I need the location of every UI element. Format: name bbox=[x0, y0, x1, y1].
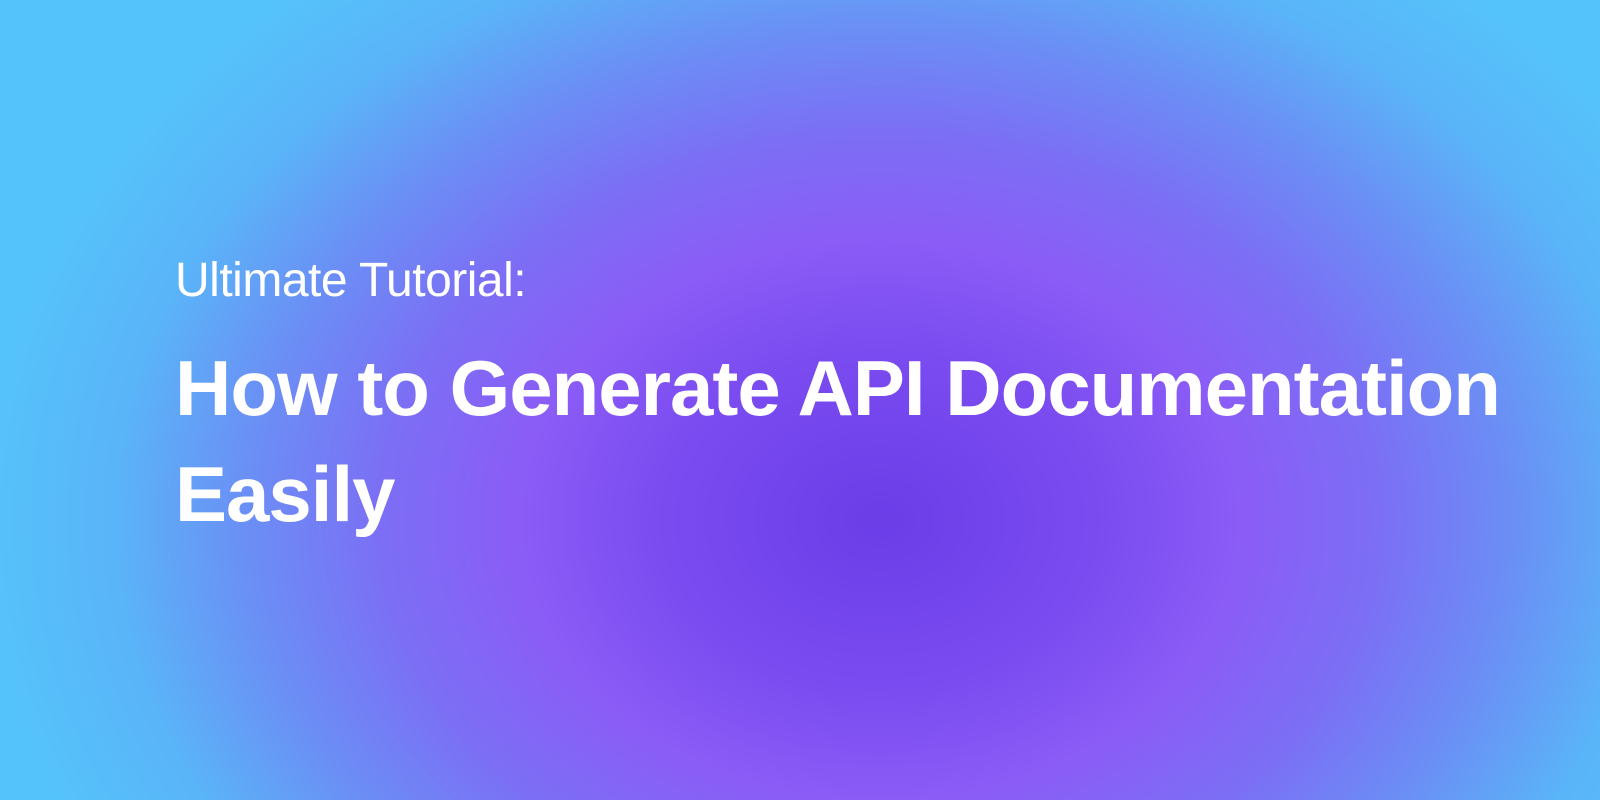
hero-subtitle: Ultimate Tutorial: bbox=[175, 253, 1500, 308]
hero-title: How to Generate API Documentation Easily bbox=[175, 336, 1500, 547]
hero-banner: Ultimate Tutorial: How to Generate API D… bbox=[0, 0, 1600, 800]
